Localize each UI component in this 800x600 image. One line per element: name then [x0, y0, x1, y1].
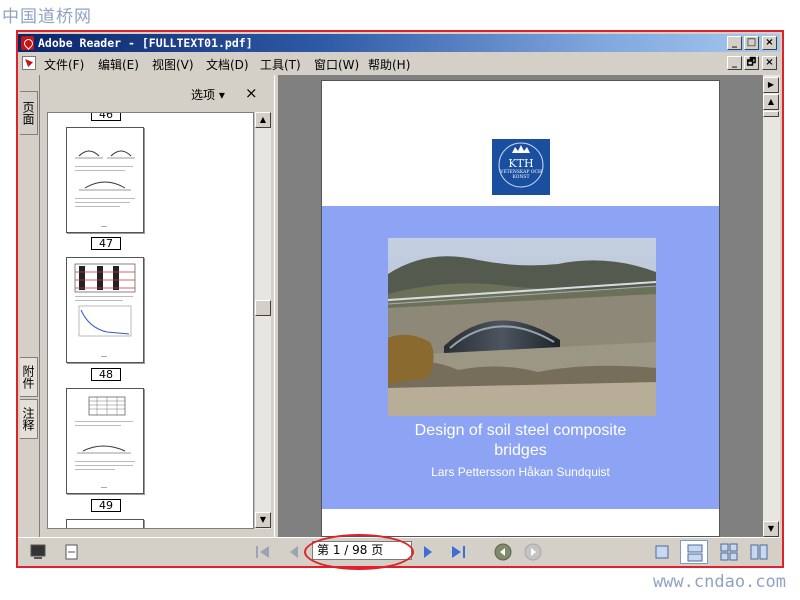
logo-text: KTH: [508, 157, 534, 170]
menu-view[interactable]: 视图(V): [152, 56, 194, 73]
first-page-icon[interactable]: [254, 544, 272, 560]
menu-file[interactable]: 文件(F): [44, 56, 84, 73]
doc-minimize-button[interactable]: _: [727, 56, 742, 70]
menu-document[interactable]: 文档(D): [206, 56, 249, 73]
options-dropdown[interactable]: 选项 ▾: [191, 86, 225, 103]
title-line-1: Design of soil steel composite: [414, 422, 627, 439]
title-line-2: bridges: [494, 442, 547, 459]
thumbnail-content: [74, 263, 136, 357]
tab-attachments[interactable]: 附件: [20, 357, 38, 397]
next-page-icon[interactable]: [420, 544, 436, 560]
window-title: Adobe Reader - [FULLTEXT01.pdf]: [38, 36, 253, 50]
previous-page-icon[interactable]: [286, 544, 302, 560]
menu-window[interactable]: 窗口(W): [314, 56, 359, 73]
close-button[interactable]: ×: [762, 36, 777, 50]
panel-header: 选项 ▾ ×: [41, 75, 274, 112]
page-thumbnail-50[interactable]: [66, 519, 144, 528]
menu-edit[interactable]: 编辑(E): [98, 56, 139, 73]
scroll-up-icon[interactable]: ▲: [255, 112, 271, 128]
scroll-down-icon[interactable]: ▼: [763, 521, 779, 537]
scroll-up-icon[interactable]: ▲: [763, 94, 779, 110]
continuous-facing-icon[interactable]: [750, 543, 768, 561]
doc-restore-button[interactable]: 🗗: [744, 56, 759, 70]
page-thumbnail-49[interactable]: [66, 388, 144, 494]
page-thumbnail-48[interactable]: [66, 257, 144, 363]
continuous-page-icon: [687, 544, 703, 562]
scrollbar-thumb[interactable]: [763, 111, 779, 117]
page-layout-icon[interactable]: [64, 544, 80, 560]
scrollbar-thumb[interactable]: [255, 300, 271, 316]
facing-pages-icon[interactable]: [720, 543, 738, 561]
thumbnail-list[interactable]: 46 47 48 49: [47, 112, 254, 529]
thumbnail-content: [75, 396, 135, 488]
last-page-icon[interactable]: [450, 544, 468, 560]
go-forward-icon[interactable]: [524, 543, 542, 561]
screen-icon[interactable]: [30, 544, 46, 560]
continuous-page-button[interactable]: [680, 540, 708, 564]
document-title: Design of soil steel composite bridges: [322, 421, 719, 461]
highlight-ellipse: [304, 534, 414, 570]
bridge-photo: [388, 238, 656, 416]
menu-help[interactable]: 帮助(H): [368, 56, 410, 73]
menu-tools[interactable]: 工具(T): [260, 56, 301, 73]
panel-close-button[interactable]: ×: [245, 84, 258, 102]
document-icon[interactable]: [22, 56, 36, 70]
kth-logo: KTH VETENSKAP OCH KONST: [492, 139, 550, 195]
maximize-button[interactable]: □: [744, 36, 759, 50]
scroll-down-icon[interactable]: ▼: [255, 512, 271, 528]
thumbnail-scrollbar[interactable]: ▲ ▼: [254, 112, 271, 529]
page-number-label: 48: [91, 368, 121, 381]
scroll-right-icon[interactable]: ▶: [763, 77, 779, 93]
navigation-tabs: 页面 附件 注释: [18, 75, 40, 537]
watermark-top: 中国道桥网: [2, 7, 92, 27]
tab-pages[interactable]: 页面: [20, 91, 38, 135]
document-scrollbar[interactable]: ▶ ▲ ▼: [763, 75, 780, 537]
page-thumbnail-47[interactable]: [66, 127, 144, 233]
pages-panel: 选项 ▾ × 46 47 48 49 ▲ ▼: [41, 75, 274, 537]
title-bar[interactable]: Adobe Reader - [FULLTEXT01.pdf] _ □ ×: [18, 34, 780, 52]
minimize-button[interactable]: _: [727, 36, 742, 50]
menu-bar: 文件(F) 编辑(E) 视图(V) 文档(D) 工具(T) 窗口(W) 帮助(H…: [18, 53, 780, 73]
document-authors: Lars Pettersson Håkan Sundquist: [431, 465, 610, 479]
logo-subtext: VETENSKAP OCH KONST: [500, 170, 542, 180]
single-page-icon[interactable]: [654, 544, 670, 560]
document-page[interactable]: KTH VETENSKAP OCH KONST Design of soil s…: [321, 80, 720, 537]
go-back-icon[interactable]: [494, 543, 512, 561]
thumbnail-content: [75, 150, 135, 227]
page-number-label: 46: [91, 113, 121, 121]
tab-comments[interactable]: 注释: [20, 399, 38, 439]
cover-band: Design of soil steel composite bridges L…: [322, 206, 719, 509]
page-number-label: 47: [91, 237, 121, 250]
watermark-bottom: www.cndao.com: [652, 572, 786, 592]
adobe-reader-icon: [21, 36, 34, 50]
page-number-label: 49: [91, 499, 121, 512]
doc-close-button[interactable]: ×: [762, 56, 777, 70]
